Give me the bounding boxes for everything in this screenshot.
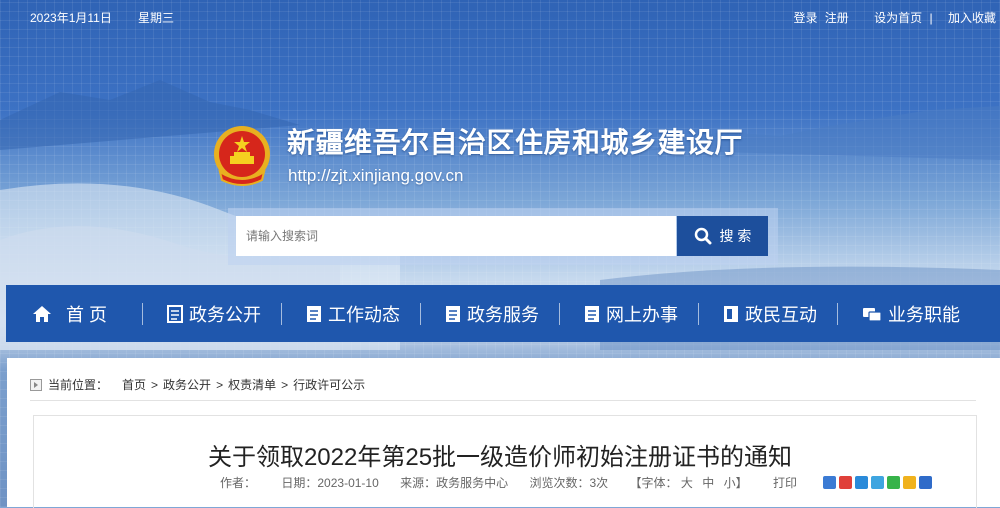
nav-divider	[698, 302, 699, 325]
article-views: 3次	[589, 476, 609, 490]
share-weibo-icon[interactable]	[839, 476, 852, 489]
link-separator: |	[929, 11, 933, 25]
breadcrumb-gov-affairs[interactable]: 政务公开	[163, 376, 211, 393]
location-icon	[30, 378, 42, 391]
share-bar	[823, 476, 932, 489]
print-button[interactable]: 打印	[773, 476, 797, 490]
current-date: 2023年1月11日	[30, 11, 112, 25]
share-tencent-icon[interactable]	[855, 476, 868, 489]
nav-item-interaction[interactable]: 政民互动	[723, 285, 837, 342]
search-icon	[694, 227, 712, 245]
bookmark-link[interactable]: 加入收藏	[948, 11, 996, 25]
breadcrumb-divider	[30, 400, 976, 401]
views-label: 浏览次数：	[529, 476, 590, 490]
article-source: 政务服务中心	[436, 476, 509, 490]
breadcrumb-license-notice[interactable]: 行政许可公示	[293, 376, 365, 393]
nav-divider	[420, 302, 421, 325]
national-emblem-icon	[214, 126, 270, 186]
nav-divider	[142, 302, 143, 325]
author-label: 作者：	[220, 476, 257, 490]
document-icon	[446, 305, 460, 322]
home-icon	[33, 305, 51, 322]
share-renren-icon[interactable]	[919, 476, 932, 489]
nav-item-label: 业务职能	[888, 304, 960, 325]
nav-item-functions[interactable]: 业务职能	[862, 285, 960, 342]
current-weekday: 星期三	[138, 11, 175, 25]
font-small-button[interactable]: 小	[724, 476, 736, 490]
font-size-label: 【字体：	[629, 476, 678, 490]
source-label: 来源：	[400, 476, 437, 490]
document-icon	[724, 305, 738, 322]
set-home-link[interactable]: 设为首页	[874, 11, 922, 25]
site-url: http://zjt.xinjiang.gov.cn	[288, 166, 464, 185]
search-button-label: 搜 索	[719, 228, 752, 244]
site-title: 新疆维吾尔自治区住房和城乡建设厅	[287, 127, 744, 158]
font-medium-button[interactable]: 中	[702, 476, 714, 490]
share-wechat-icon[interactable]	[887, 476, 900, 489]
share-qq-icon[interactable]	[903, 476, 916, 489]
top-bar: 2023年1月11日 星期三 登录 注册 设为首页 | 加入收藏	[0, 0, 1000, 32]
search-button[interactable]: 搜 索	[677, 216, 768, 256]
breadcrumb: 当前位置： 首页 > 政务公开 > 权责清单 > 行政许可公示	[30, 376, 365, 393]
nav-item-label: 网上办事	[606, 304, 678, 325]
main-nav: 首 页 政务公开 工作动态 政务服务 网上办事 政民互动 业务职能	[6, 285, 1000, 342]
font-size-close: 】	[735, 476, 748, 490]
document-icon	[167, 304, 183, 323]
document-icon	[307, 305, 321, 322]
search-input[interactable]	[236, 216, 676, 256]
top-links: 登录 注册 设为首页 | 加入收藏	[789, 9, 996, 26]
breadcrumb-arrow: >	[216, 377, 224, 392]
share-qzone-icon[interactable]	[871, 476, 884, 489]
chat-icon	[863, 307, 882, 322]
nav-item-gov-affairs[interactable]: 政务公开	[167, 285, 281, 342]
nav-item-label: 工作动态	[328, 304, 400, 325]
nav-item-label: 首 页	[66, 304, 108, 325]
nav-divider	[837, 302, 838, 325]
share-more-icon[interactable]	[823, 476, 836, 489]
register-link[interactable]: 注册	[825, 11, 849, 25]
nav-item-gov-services[interactable]: 政务服务	[445, 285, 559, 342]
nav-divider	[559, 302, 560, 325]
article-meta: 作者： 日期：2023-01-10 来源：政务服务中心 浏览次数：3次 【字体：…	[220, 474, 797, 491]
nav-item-label: 政务公开	[189, 304, 261, 325]
breadcrumb-home[interactable]: 首页	[122, 376, 146, 393]
nav-item-home[interactable]: 首 页	[32, 285, 142, 342]
nav-item-label: 政民互动	[745, 304, 817, 325]
nav-item-online-services[interactable]: 网上办事	[584, 285, 698, 342]
article-title: 关于领取2022年第25批一级造价师初始注册证书的通知	[207, 444, 793, 471]
date-label: 日期：	[281, 476, 318, 490]
breadcrumb-arrow: >	[281, 377, 289, 392]
login-link[interactable]: 登录	[793, 11, 817, 25]
font-large-button[interactable]: 大	[681, 476, 693, 490]
nav-divider	[281, 302, 282, 325]
document-icon	[585, 305, 599, 322]
article-date: 2023-01-10	[317, 476, 379, 490]
breadcrumb-arrow: >	[151, 377, 159, 392]
nav-item-work-news[interactable]: 工作动态	[306, 285, 420, 342]
nav-item-label: 政务服务	[467, 304, 539, 325]
breadcrumb-prefix: 当前位置：	[48, 378, 109, 392]
breadcrumb-power-list[interactable]: 权责清单	[228, 376, 276, 393]
